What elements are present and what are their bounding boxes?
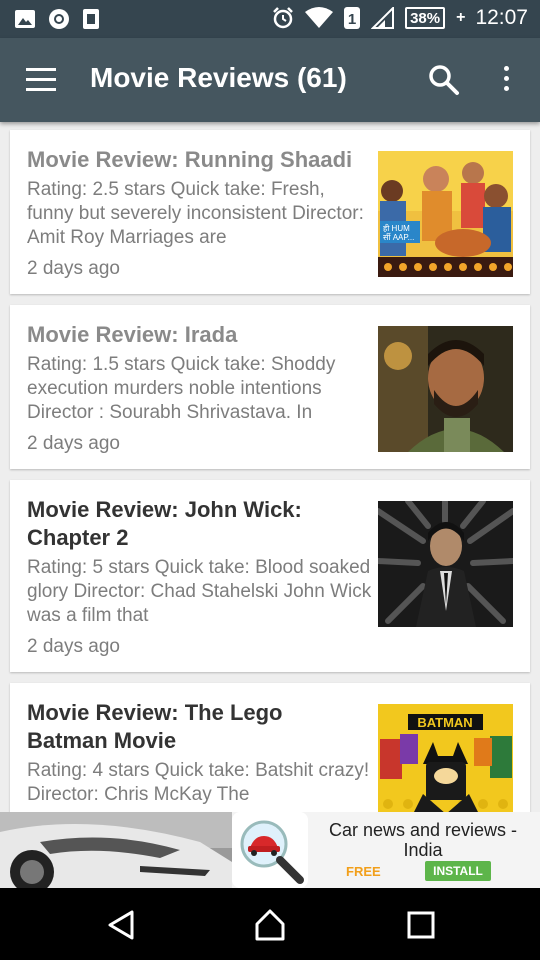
review-excerpt: Rating: 2.5 stars Quick take: Fresh, fun… <box>27 179 364 248</box>
car-image <box>0 812 232 894</box>
review-list[interactable]: Movie Review: Running Shaadi Rating: 2.5… <box>0 122 540 812</box>
car-magnifier-icon <box>232 812 308 888</box>
battery-percent: 38% <box>410 9 441 27</box>
review-card-irada[interactable]: Movie Review: Irada Rating: 1.5 stars Qu… <box>10 305 530 469</box>
thumbnail-caption: BATMAN <box>417 715 472 730</box>
search-icon[interactable] <box>428 64 460 96</box>
review-card-john-wick-2[interactable]: Movie Review: John Wick: Chapter 2 Ratin… <box>10 480 530 672</box>
page-title: Movie Reviews (61) <box>90 62 347 93</box>
alarm-icon <box>271 6 295 30</box>
review-card-lego-batman[interactable]: Movie Review: The Lego Batman Movie Rati… <box>10 683 530 812</box>
wifi-icon <box>305 7 334 29</box>
hamburger-menu-icon[interactable] <box>26 68 56 92</box>
recents-square-icon[interactable] <box>404 908 438 942</box>
review-thumbnail: BATMAN <box>378 704 513 812</box>
review-title: Movie Review: Running Shaadi <box>27 147 353 172</box>
review-thumbnail <box>378 326 513 452</box>
install-button[interactable]: INSTALL <box>425 861 491 881</box>
app-bar: Movie Reviews (61) <box>0 38 540 122</box>
review-excerpt: Rating: 5 stars Quick take: Blood soaked… <box>27 557 372 626</box>
battery-indicator: 38% <box>405 7 446 29</box>
review-time: 2 days ago <box>27 258 120 279</box>
thumbnail-caption-line-1: ही HUM <box>383 223 410 233</box>
ad-banner[interactable]: Car news and reviews - India FREE INSTAL… <box>0 812 540 894</box>
review-title: Movie Review: Irada <box>27 322 238 347</box>
home-icon[interactable] <box>253 908 287 942</box>
review-title: Movie Review: The Lego Batman Movie <box>27 700 283 753</box>
review-card-running-shaadi[interactable]: Movie Review: Running Shaadi Rating: 2.5… <box>10 130 530 294</box>
sim-1-icon: 1 <box>343 6 361 30</box>
clock: 12:07 <box>475 6 528 29</box>
review-excerpt: Rating: 4 stars Quick take: Batshit craz… <box>27 760 370 805</box>
chrome-icon <box>48 8 70 30</box>
review-time: 2 days ago <box>27 433 120 454</box>
gallery-icon <box>14 8 36 30</box>
review-excerpt: Rating: 1.5 stars Quick take: Shoddy exe… <box>27 354 336 423</box>
status-bar: 1 38% + 12:07 <box>0 0 540 38</box>
signal-icon <box>371 7 395 29</box>
thumbnail-caption-line-2: र्सी AAP... <box>383 232 414 242</box>
ad-title: Car news and reviews - India <box>328 820 518 860</box>
review-thumbnail: ही HUM र्सी AAP... <box>378 151 513 277</box>
review-thumbnail <box>378 501 513 627</box>
sim-number: 1 <box>348 11 356 28</box>
sim-app-icon <box>82 8 100 30</box>
charging-icon: + <box>456 9 466 26</box>
more-vert-icon[interactable] <box>498 66 514 96</box>
review-title: Movie Review: John Wick: Chapter 2 <box>27 497 302 550</box>
navigation-bar <box>0 888 540 960</box>
review-time: 2 days ago <box>27 636 120 657</box>
ad-price-label: FREE <box>346 864 381 879</box>
back-triangle-icon[interactable] <box>104 908 138 942</box>
